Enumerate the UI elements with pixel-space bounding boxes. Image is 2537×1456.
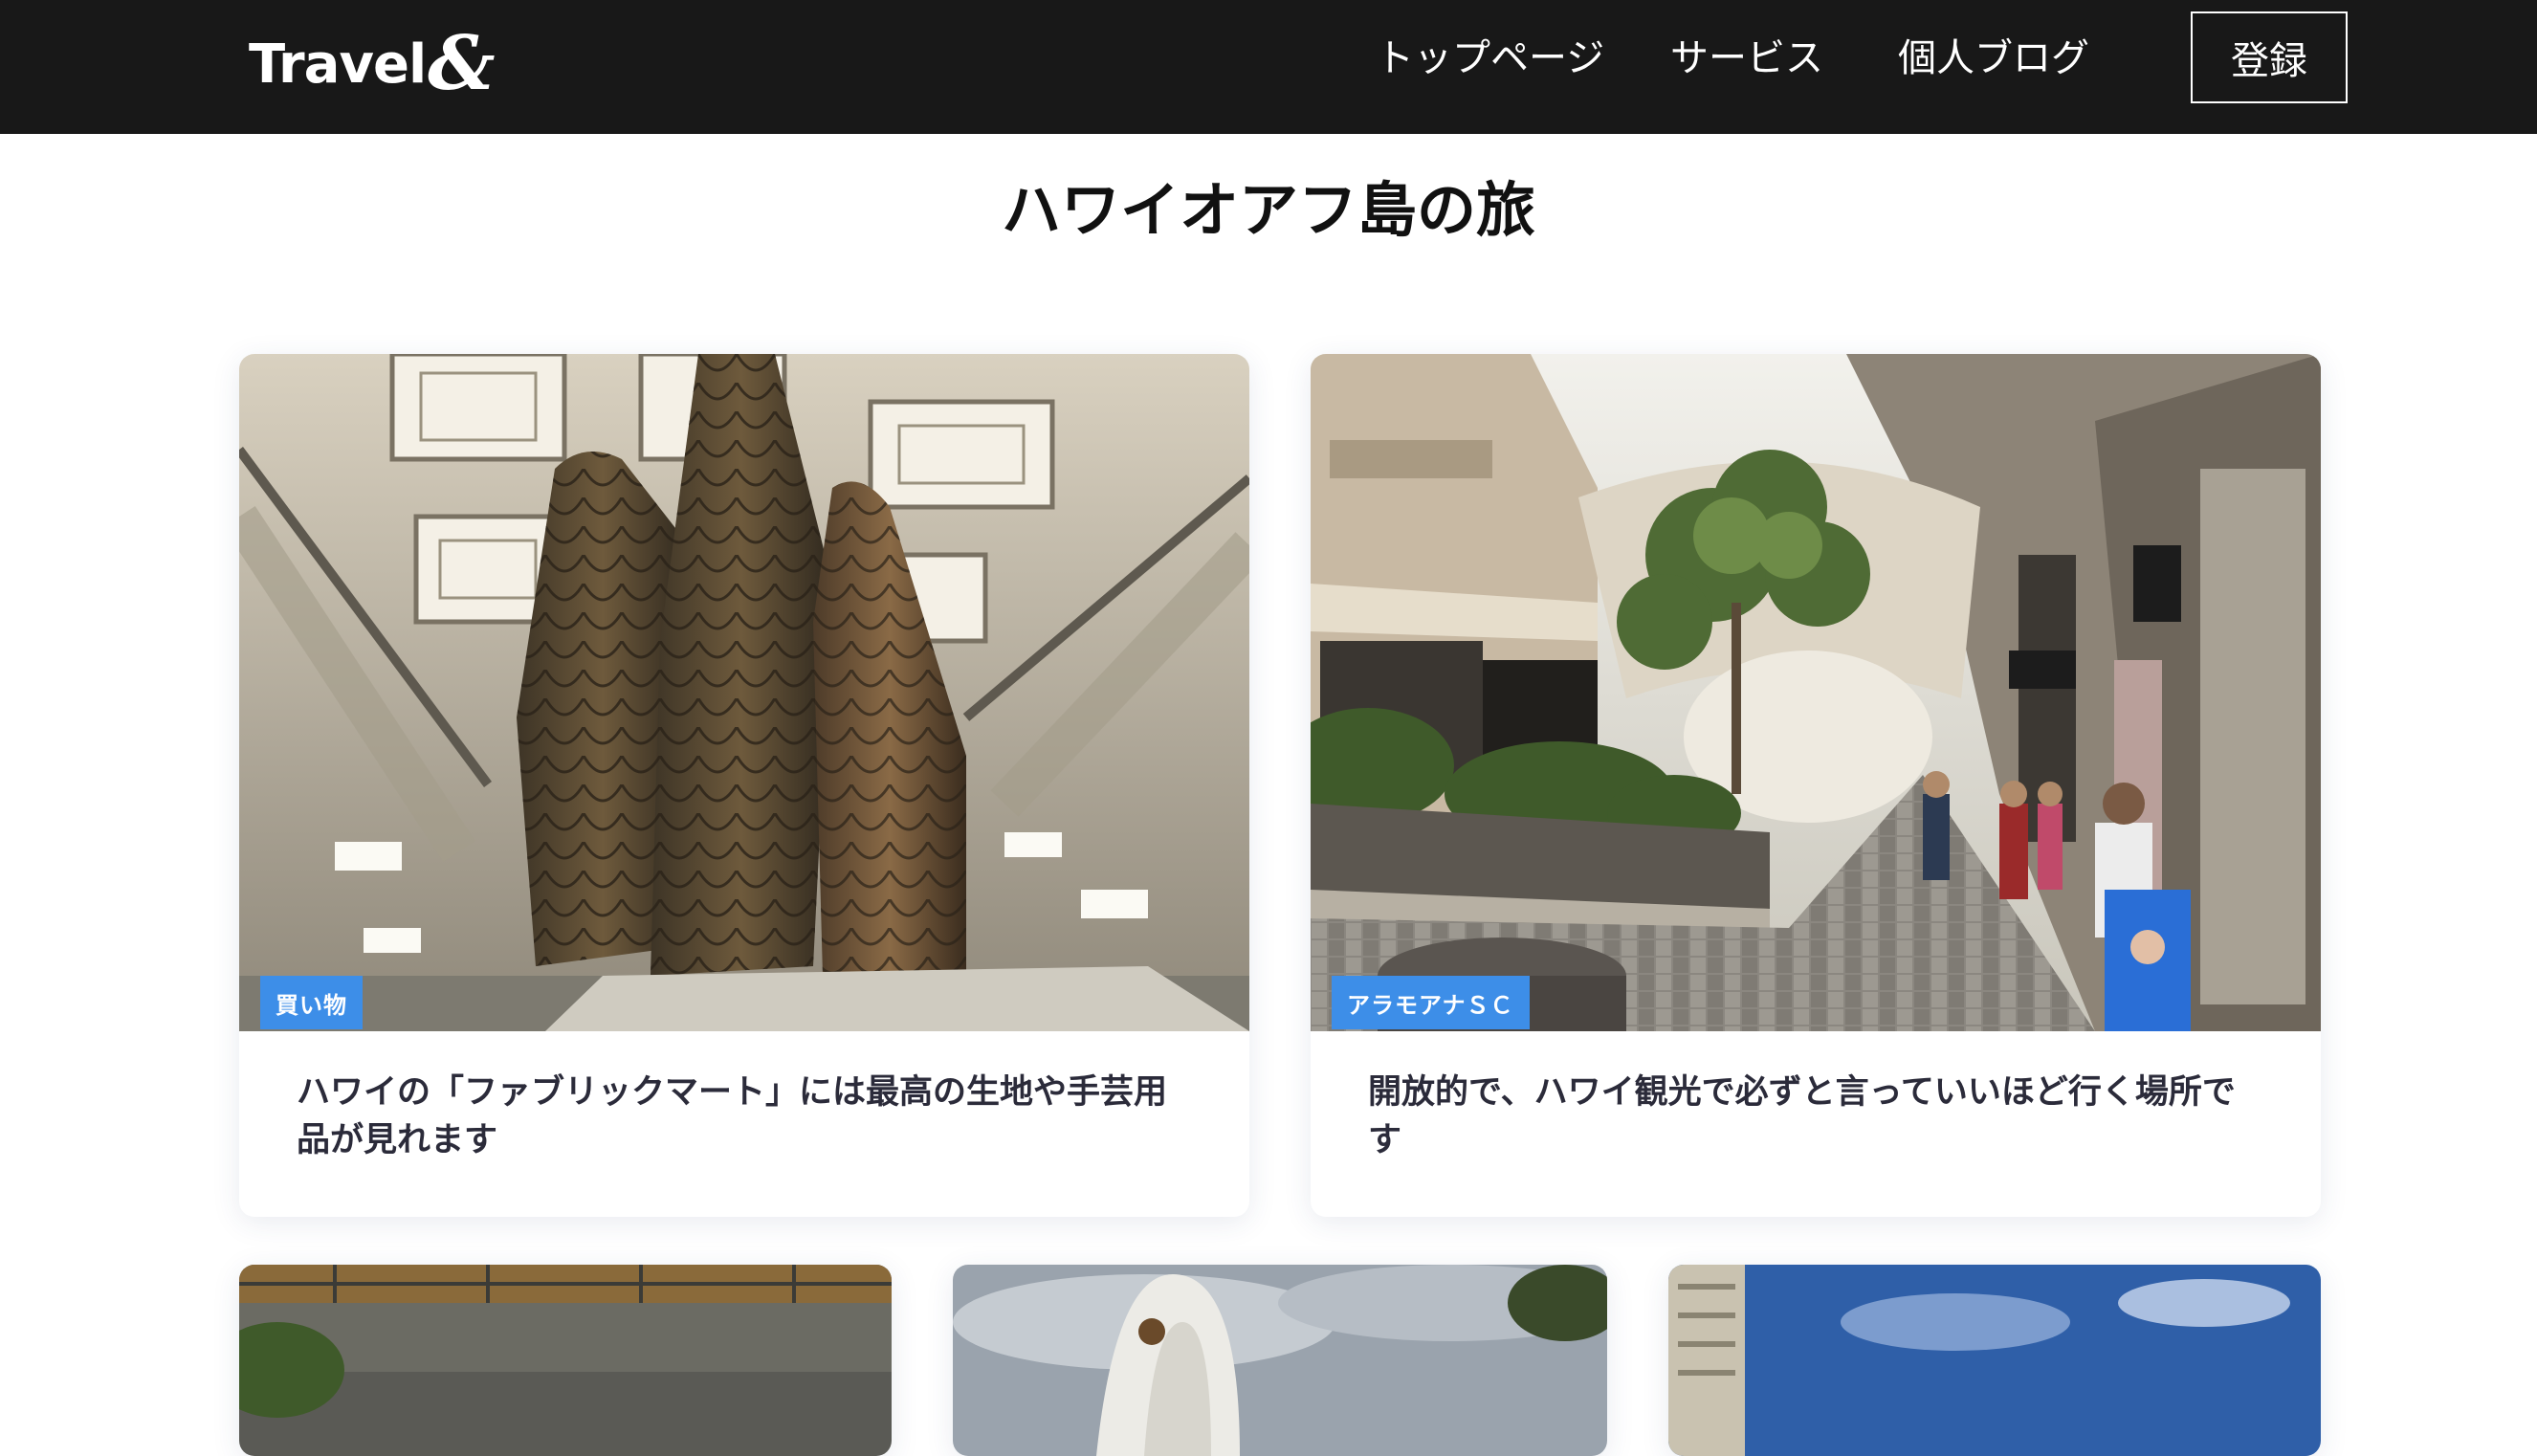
card-image-monument: [953, 1265, 1607, 1456]
article-card-ala-moana[interactable]: アラモアナＳＣ 開放的で、ハワイ観光で必ずと言っていいほど行く場所です: [1311, 354, 2321, 1217]
site-logo[interactable]: Travel &: [249, 20, 496, 107]
nav-link-services[interactable]: サービス: [1670, 34, 1823, 82]
card-image-mall-sculpture: [239, 354, 1249, 1031]
logo-text: Travel: [249, 33, 427, 96]
article-card-3[interactable]: [239, 1265, 892, 1456]
site-header: Travel & トップページ サービス 個人ブログ 登録: [0, 0, 2537, 134]
logo-ampersand: &: [428, 20, 495, 107]
card-image-beach-sky: [1668, 1265, 2321, 1456]
category-badge[interactable]: アラモアナＳＣ: [1332, 976, 1530, 1029]
article-card-5[interactable]: [1668, 1265, 2321, 1456]
nav-link-personal-blog[interactable]: 個人ブログ: [1898, 34, 2089, 82]
card-image-shopping-center: [1311, 354, 2321, 1031]
article-card-4[interactable]: [953, 1265, 1607, 1456]
article-card-fabric-mart[interactable]: 買い物 ハワイの「ファブリックマート」には最高の生地や手芸用品が見れます: [239, 354, 1249, 1217]
card-title[interactable]: ハワイの「ファブリックマート」には最高の生地や手芸用品が見れます: [297, 1069, 1192, 1164]
category-badge[interactable]: 買い物: [260, 976, 363, 1029]
nav-link-top-page[interactable]: トップページ: [1376, 34, 1604, 82]
card-image-stadium: [239, 1265, 892, 1456]
card-title[interactable]: 開放的で、ハワイ観光で必ずと言っていいほど行く場所です: [1368, 1069, 2263, 1164]
register-button[interactable]: 登録: [2191, 11, 2348, 103]
page-title: ハワイオアフ島の旅: [1001, 175, 1535, 245]
